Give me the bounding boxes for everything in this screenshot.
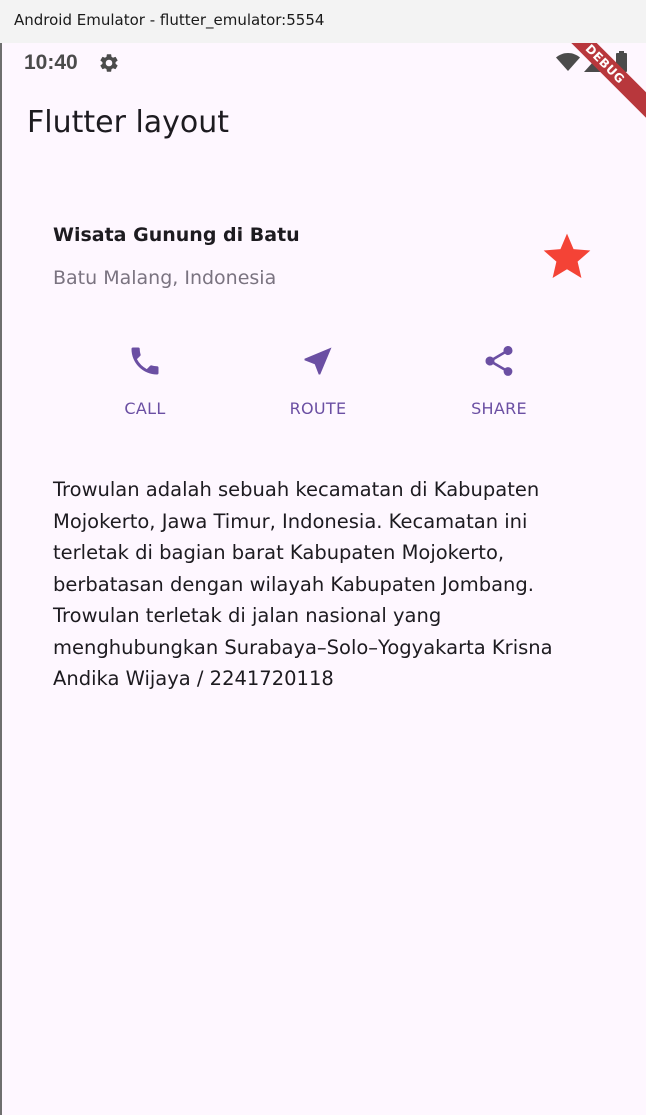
emulator-screen: 10:40 DEBUG Flutter layout Wisata Gunung…	[2, 43, 646, 1115]
share-icon	[485, 345, 513, 376]
star-icon-shape	[543, 233, 591, 278]
page-title: Flutter layout	[27, 105, 230, 140]
route-button[interactable]: ROUTE	[248, 343, 388, 418]
button-section: CALL ROUTE SHARE	[2, 343, 646, 433]
route-label: ROUTE	[289, 399, 347, 418]
share-button[interactable]: SHARE	[429, 343, 569, 418]
description-text: Trowulan adalah sebuah kecamatan di Kabu…	[53, 478, 553, 690]
call-label: CALL	[124, 399, 166, 418]
window-title: Android Emulator - flutter_emulator:5554	[14, 11, 325, 29]
share-label: SHARE	[471, 399, 527, 418]
gear-icon	[100, 54, 118, 72]
call-button[interactable]: CALL	[75, 343, 215, 418]
place-name: Wisata Gunung di Batu	[53, 224, 300, 246]
star-icon[interactable]	[539, 229, 595, 285]
phone-icon	[131, 347, 159, 375]
window-title-bar: Android Emulator - flutter_emulator:5554	[0, 0, 646, 43]
status-time: 10:40	[24, 51, 78, 74]
navigation-icon	[304, 347, 332, 375]
place-location: Batu Malang, Indonesia	[53, 267, 277, 289]
wifi-icon	[556, 53, 580, 71]
